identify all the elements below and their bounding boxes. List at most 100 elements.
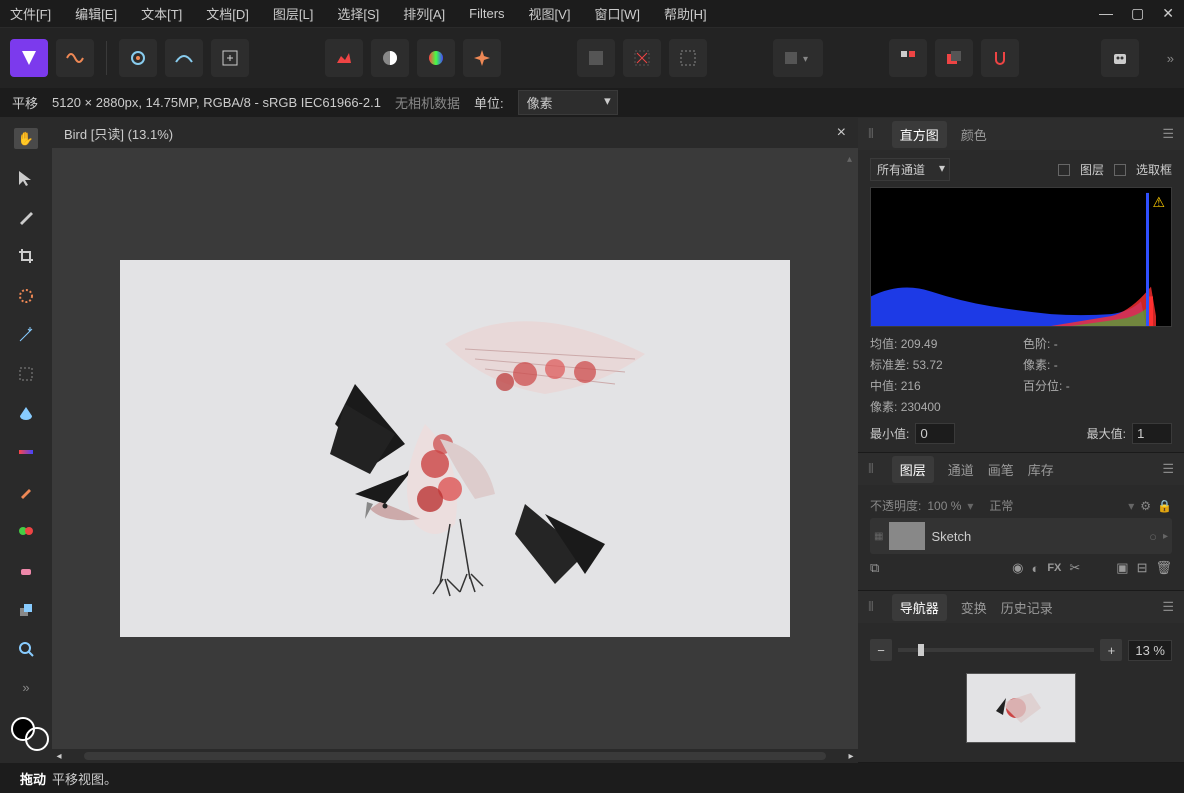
- persona-photo-icon[interactable]: [10, 39, 48, 77]
- menu-edit[interactable]: 编辑[E]: [75, 4, 117, 23]
- adjustment-icon[interactable]: [371, 39, 409, 77]
- close-icon[interactable]: ✕: [1162, 5, 1174, 22]
- panel-menu-icon[interactable]: ☰: [1162, 599, 1174, 615]
- more-tools-icon[interactable]: »: [14, 677, 38, 698]
- menu-arrange[interactable]: 排列[A]: [403, 4, 445, 23]
- crop-layer-icon[interactable]: ✂: [1069, 560, 1080, 576]
- align-icon[interactable]: [889, 39, 927, 77]
- navigator-preview[interactable]: [966, 673, 1076, 743]
- layer-checkbox[interactable]: [1058, 164, 1070, 176]
- mask-icon[interactable]: ◉: [1012, 560, 1023, 576]
- close-document-icon[interactable]: ×: [837, 124, 846, 142]
- marquee-tool-icon[interactable]: [14, 363, 38, 384]
- tab-navigator[interactable]: 导航器: [892, 594, 947, 621]
- scope-icon[interactable]: [119, 39, 157, 77]
- max-input[interactable]: [1132, 423, 1172, 444]
- deselect-icon[interactable]: [623, 39, 661, 77]
- canvas-viewport[interactable]: ▴: [52, 148, 858, 749]
- min-input[interactable]: [915, 423, 955, 444]
- lock-icon[interactable]: 🔒: [1157, 499, 1172, 513]
- zoom-value[interactable]: 13 %: [1128, 640, 1172, 661]
- visibility-icon[interactable]: ○: [1149, 529, 1157, 544]
- scroll-left-icon[interactable]: ◂: [52, 751, 66, 762]
- tab-histogram[interactable]: 直方图: [892, 121, 947, 148]
- menu-help[interactable]: 帮助[H]: [664, 4, 707, 23]
- adjustment-layer-icon[interactable]: ◐: [1031, 561, 1039, 576]
- tab-channels[interactable]: 通道: [948, 460, 974, 479]
- warning-icon[interactable]: ⚠: [1152, 194, 1165, 211]
- snap-icon[interactable]: [981, 39, 1019, 77]
- maximize-icon[interactable]: ▢: [1131, 5, 1144, 22]
- merge-icon[interactable]: ⊟: [1137, 560, 1148, 576]
- panel-menu-icon[interactable]: ☰: [1162, 461, 1174, 477]
- levels-icon[interactable]: [325, 39, 363, 77]
- tab-layers[interactable]: 图层: [892, 456, 934, 483]
- minimize-icon[interactable]: —: [1099, 5, 1113, 22]
- menu-layer[interactable]: 图层[L]: [273, 4, 313, 23]
- zoom-slider[interactable]: [898, 648, 1094, 652]
- min-label: 最小值:: [870, 425, 909, 442]
- add-layer-icon[interactable]: ▣: [1116, 560, 1128, 576]
- menu-window[interactable]: 窗口[W]: [594, 4, 640, 23]
- blend-mode-select[interactable]: 正常: [989, 497, 1013, 514]
- panel-grip-icon[interactable]: ⦀: [868, 599, 874, 615]
- opacity-value[interactable]: 100 %: [927, 499, 961, 513]
- hand-tool-icon[interactable]: ✋: [14, 128, 38, 149]
- toolbar-more-icon[interactable]: »: [1167, 51, 1174, 66]
- zoom-in-button[interactable]: +: [1100, 639, 1122, 661]
- wand-tool-icon[interactable]: [14, 324, 38, 345]
- selection-icon[interactable]: [669, 39, 707, 77]
- document-tab[interactable]: Bird [只读] (13.1%) ×: [52, 118, 858, 148]
- delete-layer-icon[interactable]: 🗑: [1155, 560, 1172, 576]
- menu-select[interactable]: 选择[S]: [337, 4, 379, 23]
- unit-select[interactable]: 像素: [518, 90, 618, 115]
- color-swatches[interactable]: [11, 717, 41, 744]
- scroll-up-icon[interactable]: ▴: [847, 154, 852, 165]
- menu-text[interactable]: 文本[T]: [141, 4, 182, 23]
- move-tool-icon[interactable]: [14, 167, 38, 188]
- tab-stock[interactable]: 库存: [1028, 460, 1054, 479]
- arrange-icon[interactable]: [935, 39, 973, 77]
- menu-document[interactable]: 文档[D]: [206, 4, 249, 23]
- erase-tool-icon[interactable]: [14, 560, 38, 581]
- tab-history[interactable]: 历史记录: [1001, 598, 1053, 617]
- paint-tool-icon[interactable]: [14, 481, 38, 502]
- menu-filters[interactable]: Filters: [469, 6, 504, 21]
- crop-tool-icon[interactable]: [14, 246, 38, 267]
- zoom-tool-icon[interactable]: [14, 638, 38, 659]
- quickmask-icon[interactable]: [577, 39, 615, 77]
- scroll-right-icon[interactable]: ▸: [844, 751, 858, 762]
- swatch-icon[interactable]: ▾: [773, 39, 823, 77]
- panel-grip-icon[interactable]: ⦀: [868, 461, 874, 477]
- channel-select[interactable]: 所有通道: [870, 158, 950, 181]
- clone-tool-icon[interactable]: [14, 599, 38, 620]
- export-icon[interactable]: [211, 39, 249, 77]
- brush-tool-icon[interactable]: [14, 206, 38, 227]
- persona-liquify-icon[interactable]: [56, 39, 94, 77]
- selection-checkbox[interactable]: [1114, 164, 1126, 176]
- colorwheel-icon[interactable]: [417, 39, 455, 77]
- horizontal-scrollbar[interactable]: ◂ ▸: [52, 749, 858, 763]
- tab-color[interactable]: 颜色: [961, 125, 987, 144]
- flood-tool-icon[interactable]: [14, 403, 38, 424]
- gradient-tool-icon[interactable]: [14, 442, 38, 463]
- panel-menu-icon[interactable]: ☰: [1162, 126, 1174, 142]
- menu-file[interactable]: 文件[F]: [10, 4, 51, 23]
- selection-brush-icon[interactable]: [14, 285, 38, 306]
- tab-brushes[interactable]: 画笔: [988, 460, 1014, 479]
- tone-map-icon[interactable]: [165, 39, 203, 77]
- auto-icon[interactable]: [463, 39, 501, 77]
- color-replace-icon[interactable]: [14, 520, 38, 541]
- assistant-icon[interactable]: [1101, 39, 1139, 77]
- menu-view[interactable]: 视图[V]: [529, 4, 571, 23]
- fx-icon[interactable]: FX: [1047, 562, 1061, 574]
- group-icon[interactable]: ⧉: [870, 560, 879, 576]
- layer-item[interactable]: ▦ Sketch ○ ▸: [870, 518, 1172, 554]
- tool-palette: ✋ »: [0, 118, 52, 763]
- zoom-out-button[interactable]: −: [870, 639, 892, 661]
- expand-icon[interactable]: ▸: [1163, 531, 1168, 542]
- background-color[interactable]: [25, 727, 49, 751]
- panel-grip-icon[interactable]: ⦀: [868, 126, 874, 142]
- tab-transform[interactable]: 变换: [961, 598, 987, 617]
- gear-icon[interactable]: ⚙: [1140, 499, 1151, 513]
